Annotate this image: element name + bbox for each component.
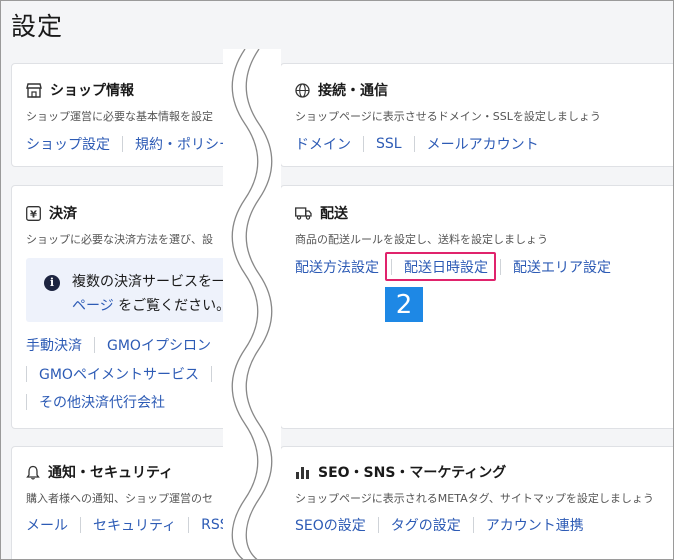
link-separator	[122, 136, 123, 152]
link-domain[interactable]: ドメイン	[295, 134, 351, 154]
step-number-badge: 2	[385, 287, 423, 322]
info-text-rest: をご覧ください。	[113, 298, 231, 314]
card-title-connect: 接続・通信	[318, 83, 388, 99]
delivery-card: 配送 商品の配送ルールを設定し、送料を設定しましょう 配送方法設定 配送日時設定…	[280, 185, 673, 429]
payment-card: ¥ 決済 ショップに必要な決済方法を選び、設 i 複数の決済サービスを一 ページ…	[11, 185, 253, 429]
info-text-line1: 複数の決済サービスを一	[72, 274, 226, 290]
screenshot-frame: 設定 ショップ情報 ショップ運営に必要な基本情報を設定 ショップ設定 規約・ポリ…	[0, 0, 674, 560]
link-separator	[500, 259, 501, 275]
card-desc-connect: ショップページに表示させるドメイン・SSLを設定しましょう	[295, 110, 601, 123]
link-gmo-payment-service[interactable]: GMOペイメントサービス	[39, 364, 199, 384]
shop-icon	[26, 82, 42, 98]
link-separator	[472, 517, 474, 533]
link-separator	[188, 517, 190, 533]
payment-links-row1: 手動決済 GMOイプシロン	[26, 335, 236, 355]
card-desc-seo: ショップページに表示されるMETAタグ、サイトマップを設定しましょう	[295, 492, 654, 505]
card-title-shop: ショップ情報	[50, 83, 134, 99]
card-desc-shop: ショップ運営に必要な基本情報を設定	[26, 110, 213, 123]
bell-icon	[26, 465, 40, 480]
seo-links: SEOの設定 タグの設定 アカウント連携	[295, 515, 584, 535]
card-desc-delivery: 商品の配送ルールを設定し、送料を設定しましょう	[295, 233, 548, 246]
truck-icon	[295, 206, 312, 220]
notify-links: メール セキュリティ RSS	[26, 515, 229, 535]
link-delivery-area[interactable]: 配送エリア設定	[513, 257, 611, 277]
payment-links-row2: GMOペイメントサービス ス	[26, 364, 238, 384]
card-title-delivery: 配送	[320, 206, 348, 222]
link-mail-account[interactable]: メールアカウント	[427, 134, 539, 154]
info-icon: i	[44, 275, 60, 291]
link-separator	[94, 337, 95, 353]
payment-links-row3: その他決済代行会社	[26, 392, 165, 412]
notify-security-card: 通知・セキュリティ 購入者様への通知、ショップ運営のセ メール セキュリティ R…	[11, 446, 253, 559]
info-page-link[interactable]: ページ	[72, 298, 114, 314]
card-title-payment: 決済	[49, 206, 77, 222]
seo-card: SEO・SNS・マーケティング ショップページに表示されるMETAタグ、サイトマ…	[280, 446, 673, 559]
highlight-box	[385, 252, 496, 281]
link-separator	[413, 136, 415, 152]
link-separator	[80, 517, 81, 533]
yen-icon: ¥	[26, 205, 41, 221]
link-shop-settings[interactable]: ショップ設定	[26, 134, 110, 154]
globe-icon	[295, 82, 310, 98]
card-title-notify: 通知・セキュリティ	[48, 465, 174, 481]
card-title-seo: SEO・SNS・マーケティング	[318, 465, 507, 481]
link-tag-settings[interactable]: タグの設定	[391, 515, 461, 535]
link-separator	[363, 136, 364, 152]
bar-chart-icon	[296, 467, 309, 479]
shop-links: ショップ設定 規約・ポリシー	[26, 134, 233, 154]
info-text-line2: ページ をご覧ください。	[72, 295, 230, 315]
link-separator	[26, 366, 27, 382]
page-title: 設定	[11, 12, 64, 41]
connect-card: 接続・通信 ショップページに表示させるドメイン・SSLを設定しましょう ドメイン…	[280, 63, 673, 167]
link-manual-payment[interactable]: 手動決済	[26, 335, 82, 355]
link-delivery-method[interactable]: 配送方法設定	[295, 257, 379, 277]
card-desc-notify: 購入者様への通知、ショップ運営のセ	[26, 492, 213, 505]
link-mail[interactable]: メール	[26, 515, 68, 535]
link-ssl[interactable]: SSL	[376, 136, 402, 152]
link-security[interactable]: セキュリティ	[93, 515, 176, 535]
svg-text:¥: ¥	[30, 209, 37, 220]
link-gmo-epsilon[interactable]: GMOイプシロン	[107, 335, 211, 355]
link-terms-policy[interactable]: 規約・ポリシー	[135, 134, 233, 154]
link-other-payment[interactable]: その他決済代行会社	[39, 392, 165, 412]
wavy-cut-divider	[231, 49, 273, 559]
card-desc-payment: ショップに必要な決済方法を選び、設	[26, 233, 213, 246]
link-separator	[210, 366, 212, 382]
link-separator	[377, 517, 379, 533]
shop-info-card: ショップ情報 ショップ運営に必要な基本情報を設定 ショップ設定 規約・ポリシー	[11, 63, 253, 167]
link-account-integration[interactable]: アカウント連携	[486, 515, 584, 535]
connect-links: ドメイン SSL メールアカウント	[295, 134, 539, 154]
payment-info-box: i 複数の決済サービスを一 ページ をご覧ください。	[26, 258, 252, 322]
link-separator	[26, 394, 27, 410]
link-seo-settings[interactable]: SEOの設定	[295, 515, 366, 535]
